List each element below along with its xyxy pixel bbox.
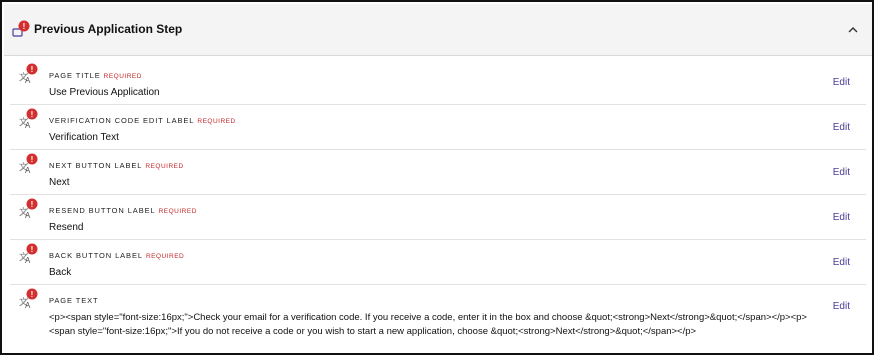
translate-warning-icon: 文 A !	[16, 152, 40, 175]
svg-text:A: A	[25, 256, 31, 264]
field-row: 文 A ! BACK BUTTON LABELREQUIRED Back Edi…	[10, 240, 866, 285]
panel: ! Previous Application Step 文 A ! PAGE T…	[0, 0, 874, 355]
translate-warning-icon: 文 A !	[16, 287, 40, 310]
field-label: BACK BUTTON LABEL REQUIRED	[49, 251, 184, 260]
field-value: Verification Text	[49, 132, 119, 143]
svg-text:!: !	[31, 65, 34, 74]
translate-warning-icon: 文 A !	[16, 107, 40, 130]
translate-warning-icon: 文 A !	[16, 197, 40, 220]
translate-warning-icon: 文 A !	[16, 242, 40, 265]
edit-link[interactable]: Edit	[833, 257, 850, 268]
field-label: PAGE TITLE REQUIRED	[49, 71, 142, 80]
field-label: RESEND BUTTON LABEL REQUIRED	[49, 206, 197, 215]
field-label: VERIFICATION CODE EDIT LABEL REQUIRED	[49, 116, 236, 125]
svg-text:A: A	[25, 211, 31, 219]
required-tag: REQUIRED	[158, 208, 197, 215]
section-header[interactable]: ! Previous Application Step	[4, 4, 872, 56]
svg-text:!: !	[31, 200, 34, 209]
svg-text:!: !	[31, 155, 34, 164]
field-label-text: VERIFICATION CODE EDIT LABEL	[49, 116, 195, 125]
svg-text:A: A	[25, 166, 31, 174]
chevron-up-icon[interactable]	[846, 23, 860, 37]
field-value: Resend	[49, 222, 84, 233]
svg-text:!: !	[31, 245, 34, 254]
required-tag: REQUIRED	[197, 118, 236, 125]
field-row: 文 A ! PAGE TEXT <p><span style="font-siz…	[10, 285, 866, 347]
required-tag: REQUIRED	[103, 73, 142, 80]
field-label-text: RESEND BUTTON LABEL	[49, 206, 156, 215]
edit-link[interactable]: Edit	[833, 167, 850, 178]
edit-link[interactable]: Edit	[833, 212, 850, 223]
svg-text:!: !	[31, 110, 34, 119]
field-value: Next	[49, 177, 70, 188]
field-label: PAGE TEXT	[49, 296, 102, 305]
edit-link[interactable]: Edit	[833, 77, 850, 88]
edit-link[interactable]: Edit	[833, 301, 850, 312]
svg-text:!: !	[31, 290, 34, 299]
translate-warning-icon: 文 A !	[16, 62, 40, 85]
field-row: 文 A ! VERIFICATION CODE EDIT LABELREQUIR…	[10, 105, 866, 150]
edit-link[interactable]: Edit	[833, 122, 850, 133]
required-tag: REQUIRED	[145, 163, 184, 170]
field-label-text: BACK BUTTON LABEL	[49, 251, 143, 260]
field-label-text: NEXT BUTTON LABEL	[49, 161, 143, 170]
field-value: <p><span style="font-size:16px;">Check y…	[49, 312, 807, 337]
svg-text:!: !	[23, 22, 26, 31]
svg-text:A: A	[25, 76, 31, 84]
field-label-text: PAGE TITLE	[49, 71, 101, 80]
field-value: Use Previous Application	[49, 87, 160, 98]
section-title: Previous Application Step	[34, 22, 183, 36]
field-value: Back	[49, 267, 72, 278]
required-tag: REQUIRED	[145, 253, 185, 260]
field-label: NEXT BUTTON LABEL REQUIRED	[49, 161, 184, 170]
field-list: 文 A ! PAGE TITLEREQUIRED Use Previous Ap…	[10, 60, 866, 347]
message-warning-icon: !	[11, 20, 33, 40]
field-label-text: PAGE TEXT	[49, 296, 99, 305]
field-row: 文 A ! PAGE TITLEREQUIRED Use Previous Ap…	[10, 60, 866, 105]
svg-text:A: A	[25, 301, 31, 309]
field-row: 文 A ! RESEND BUTTON LABELREQUIRED Resend…	[10, 195, 866, 240]
svg-text:A: A	[25, 121, 31, 129]
field-row: 文 A ! NEXT BUTTON LABELREQUIRED Next Edi…	[10, 150, 866, 195]
